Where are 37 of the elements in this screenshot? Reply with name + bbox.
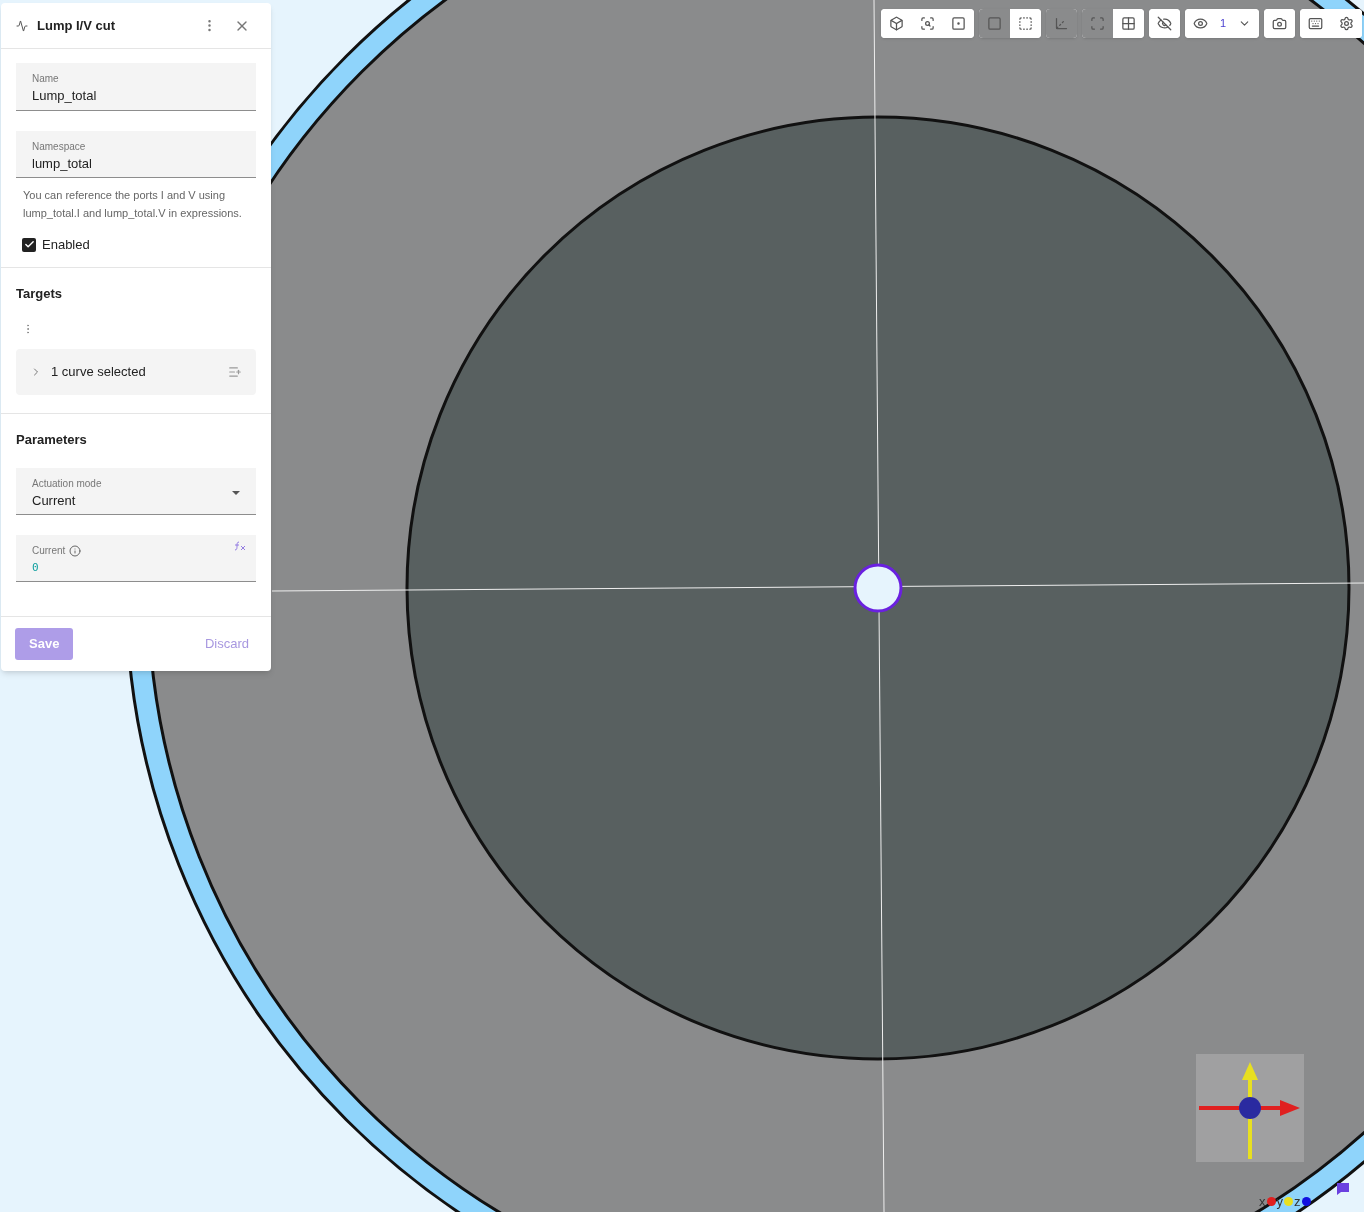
selection-label: 1 curve selected xyxy=(51,363,147,382)
field-label: Namespace xyxy=(32,139,87,154)
toolbar-button[interactable] xyxy=(880,9,912,38)
field-value: Lump_total xyxy=(32,87,98,105)
field-label: Name xyxy=(32,72,60,86)
chat-icon[interactable] xyxy=(1336,1182,1350,1196)
toolbar-button[interactable] xyxy=(1148,9,1180,38)
selection-row[interactable]: 1 curve selected xyxy=(16,349,256,395)
toolbar-button[interactable]: 1 xyxy=(1184,9,1259,38)
axis-label: z xyxy=(1294,1193,1301,1211)
toolbar-button[interactable] xyxy=(1112,9,1144,38)
field-label: Actuation mode xyxy=(32,476,103,491)
axis-label: x xyxy=(1259,1193,1266,1211)
text-field[interactable]: Namespace lump_total xyxy=(16,130,256,178)
checkbox-label: Enabled xyxy=(42,236,90,254)
axis-label: y xyxy=(1276,1193,1283,1211)
toolbar-button[interactable] xyxy=(1300,9,1331,38)
toolbar-button[interactable] xyxy=(1331,9,1362,38)
checkbox[interactable] xyxy=(22,237,36,252)
field-value: Current xyxy=(32,491,77,510)
function-icon xyxy=(234,541,246,551)
field-value: lump_total xyxy=(32,154,93,173)
expression-field[interactable]: Current 0 xyxy=(16,535,256,582)
section-title: Targets xyxy=(16,284,63,303)
field-value: 0 xyxy=(32,560,40,576)
caret-icon xyxy=(232,490,240,495)
text-field[interactable]: Name Lump_total xyxy=(16,63,256,111)
section-title: Parameters xyxy=(16,431,88,449)
info-icon xyxy=(69,544,82,557)
waveform-icon xyxy=(16,19,28,32)
toolbar-button[interactable] xyxy=(1009,9,1041,38)
help-text: You can reference the ports I and V using lump_total.I and lump_total.V in expressions. xyxy=(23,188,243,221)
panel-title: Lump I/V cut xyxy=(37,16,116,35)
field-label: Current xyxy=(32,544,66,558)
select-field[interactable]: Actuation mode Current xyxy=(16,467,256,515)
toolbar-button[interactable] xyxy=(1264,9,1295,38)
toolbar-button[interactable] xyxy=(942,9,974,38)
